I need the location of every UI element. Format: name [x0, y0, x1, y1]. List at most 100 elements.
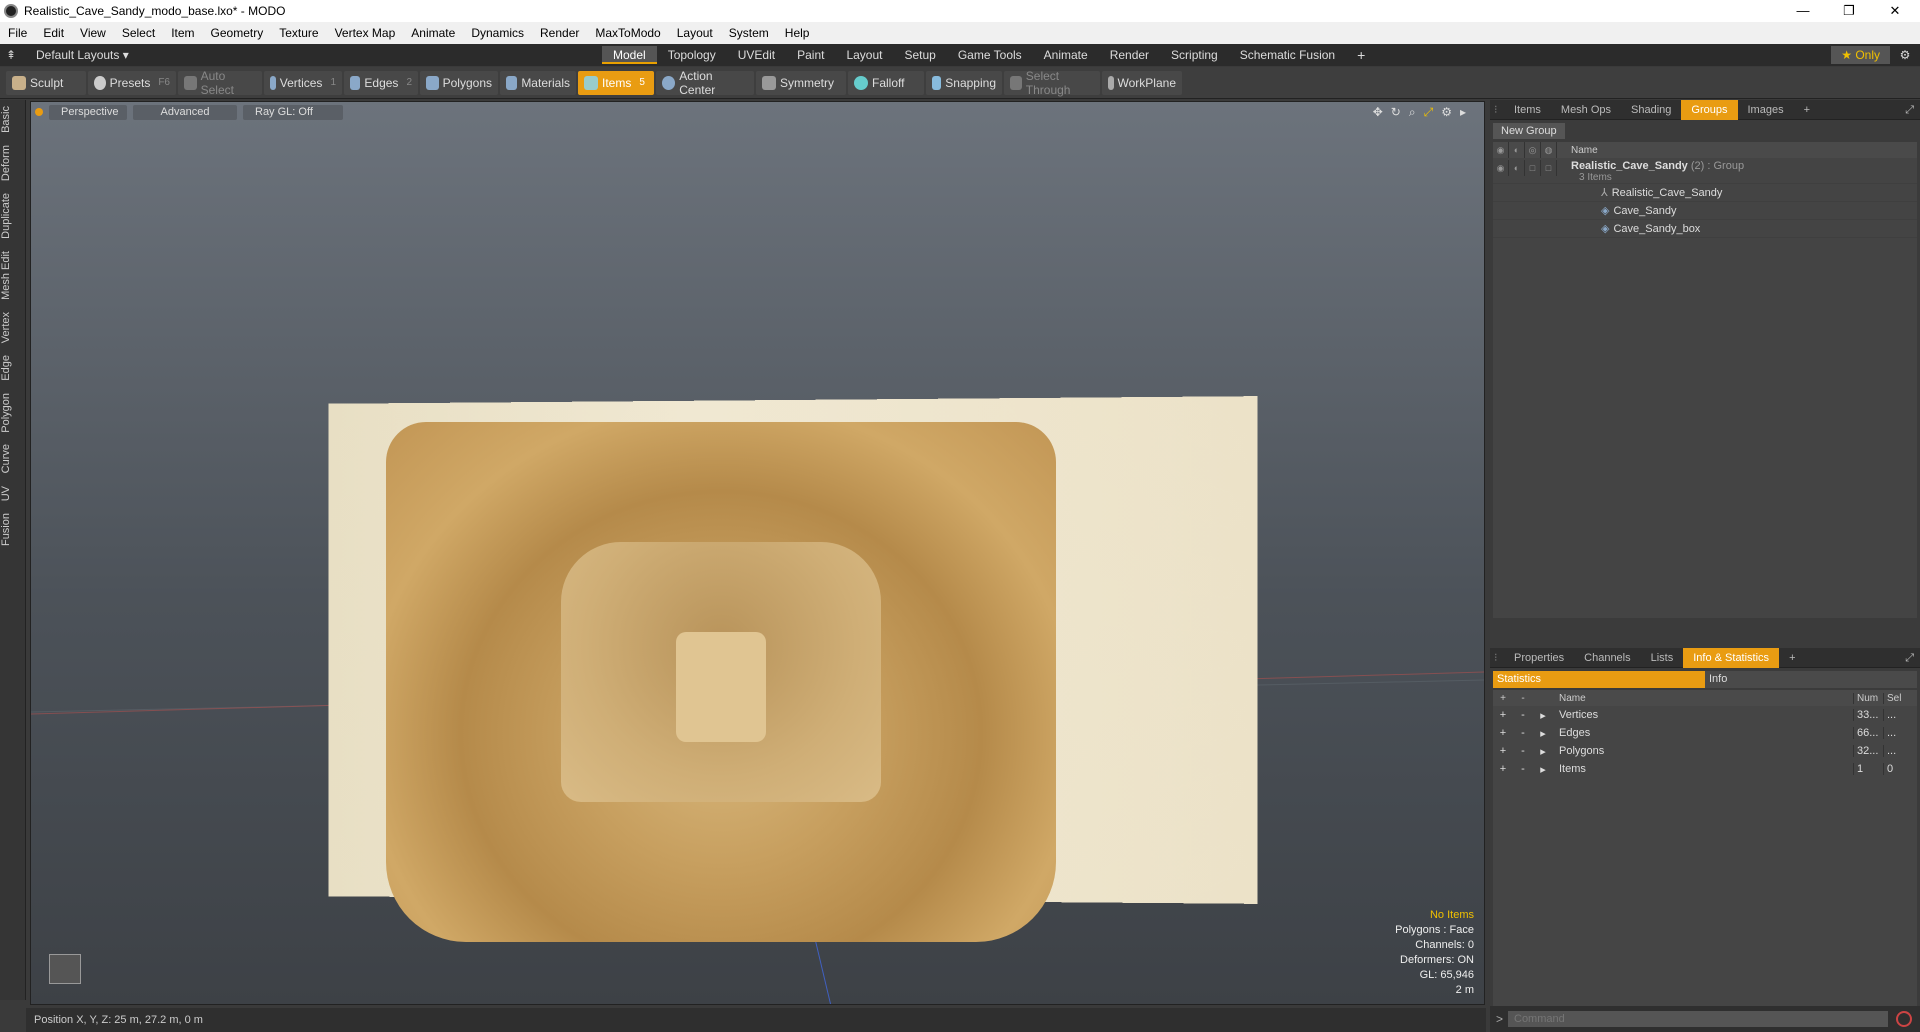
- minus-icon[interactable]: -: [1513, 709, 1533, 721]
- plus-icon[interactable]: +: [1493, 745, 1513, 757]
- group-visibility-toggle[interactable]: ◉: [1493, 160, 1509, 176]
- tab-uvedit[interactable]: UVEdit: [727, 46, 786, 64]
- polygons-button[interactable]: Polygons: [420, 70, 498, 95]
- only-toggle[interactable]: ★ Only: [1831, 46, 1890, 64]
- gear-icon[interactable]: ⚙: [1890, 48, 1920, 62]
- sidetab-duplicate[interactable]: Duplicate: [0, 187, 26, 245]
- menu-help[interactable]: Help: [777, 26, 818, 40]
- menu-item[interactable]: Item: [163, 26, 202, 40]
- close-button[interactable]: ✕: [1872, 0, 1918, 22]
- default-layouts-dropdown[interactable]: Default Layouts ▾: [22, 48, 602, 62]
- command-input[interactable]: [1508, 1011, 1888, 1027]
- menu-view[interactable]: View: [72, 26, 114, 40]
- sidetab-polygon[interactable]: Polygon: [0, 387, 26, 439]
- tree-item[interactable]: ◈ Cave_Sandy_box: [1493, 220, 1917, 238]
- menu-edit[interactable]: Edit: [35, 26, 72, 40]
- snapping-button[interactable]: Snapping: [926, 70, 1002, 95]
- tab-mesh-ops[interactable]: Mesh Ops: [1551, 100, 1621, 120]
- stats-row[interactable]: + - ▸ Vertices 33......: [1493, 706, 1917, 724]
- menu-animate[interactable]: Animate: [403, 26, 463, 40]
- select-through-button[interactable]: Select Through: [1004, 69, 1100, 97]
- menu-maxtomodo[interactable]: MaxToModo: [587, 26, 668, 40]
- panel-expand-icon[interactable]: ⤢: [1899, 100, 1920, 120]
- auto-select-button[interactable]: Auto Select: [178, 69, 262, 97]
- expand-arrow-icon[interactable]: ▸: [1533, 709, 1553, 722]
- tab-channels[interactable]: Channels: [1574, 648, 1640, 668]
- tab-game-tools[interactable]: Game Tools: [947, 46, 1033, 64]
- minus-icon[interactable]: -: [1513, 763, 1533, 775]
- minus-icon[interactable]: -: [1513, 745, 1533, 757]
- stats-row[interactable]: + - ▸ Polygons 32......: [1493, 742, 1917, 760]
- expand-arrow-icon[interactable]: ▸: [1533, 763, 1553, 776]
- cave-model[interactable]: [386, 422, 1056, 942]
- plus-icon[interactable]: +: [1493, 709, 1513, 721]
- sidetab-deform[interactable]: Deform: [0, 139, 26, 187]
- menu-layout[interactable]: Layout: [669, 26, 721, 40]
- subtab-statistics[interactable]: Statistics: [1493, 671, 1705, 688]
- add-panel-tab-button[interactable]: +: [1779, 648, 1805, 668]
- tab-topology[interactable]: Topology: [657, 46, 727, 64]
- group-lock-toggle[interactable]: □: [1525, 160, 1541, 176]
- record-icon[interactable]: [1896, 1011, 1912, 1027]
- subtab-info[interactable]: Info: [1705, 671, 1917, 688]
- tab-items[interactable]: Items: [1504, 100, 1551, 120]
- edges-button[interactable]: Edges 2: [344, 70, 418, 95]
- sidetab-uv[interactable]: UV: [0, 480, 26, 507]
- menu-dynamics[interactable]: Dynamics: [463, 26, 532, 40]
- group-row[interactable]: ◉ ◐ □ □ Realistic_Cave_Sandy (2) : Group…: [1493, 158, 1917, 184]
- vertices-button[interactable]: Vertices 1: [264, 70, 342, 95]
- tab-setup[interactable]: Setup: [893, 46, 946, 64]
- sidetab-vertex[interactable]: Vertex: [0, 306, 26, 349]
- tab-lists[interactable]: Lists: [1641, 648, 1684, 668]
- group-select-toggle[interactable]: □: [1541, 160, 1557, 176]
- items-button[interactable]: Items 5: [578, 70, 654, 95]
- menu-geometry[interactable]: Geometry: [203, 26, 272, 40]
- minus-icon[interactable]: -: [1513, 727, 1533, 739]
- symmetry-button[interactable]: Symmetry: [756, 70, 846, 95]
- tab-paint[interactable]: Paint: [786, 46, 835, 64]
- menu-system[interactable]: System: [721, 26, 777, 40]
- tab-shading[interactable]: Shading: [1621, 100, 1681, 120]
- menu-file[interactable]: File: [0, 26, 35, 40]
- materials-button[interactable]: Materials: [500, 70, 576, 95]
- expand-all-icon[interactable]: +: [1493, 693, 1513, 704]
- group-render-toggle[interactable]: ◐: [1509, 160, 1525, 176]
- tab-schematic-fusion[interactable]: Schematic Fusion: [1229, 46, 1346, 64]
- plus-icon[interactable]: +: [1493, 763, 1513, 775]
- expand-arrow-icon[interactable]: ▸: [1533, 727, 1553, 740]
- restore-button[interactable]: ❐: [1826, 0, 1872, 22]
- panel-expand-icon[interactable]: ⤢: [1899, 648, 1920, 668]
- sculpt-button[interactable]: Sculpt: [6, 70, 86, 95]
- tree-item[interactable]: ⅄ Realistic_Cave_Sandy: [1493, 184, 1917, 202]
- stats-row[interactable]: + - ▸ Items 1 0: [1493, 760, 1917, 778]
- action-center-button[interactable]: Action Center: [656, 69, 754, 97]
- tab-animate[interactable]: Animate: [1033, 46, 1099, 64]
- sidetab-curve[interactable]: Curve: [0, 438, 26, 479]
- stats-row[interactable]: + - ▸ Edges 66......: [1493, 724, 1917, 742]
- sidetab-basic[interactable]: Basic: [0, 100, 26, 139]
- sidetab-edge[interactable]: Edge: [0, 349, 26, 387]
- menu-vertex-map[interactable]: Vertex Map: [327, 26, 404, 40]
- layout-arrow-icon[interactable]: ⇞: [0, 48, 22, 62]
- sidetab-mesh-edit[interactable]: Mesh Edit: [0, 245, 26, 306]
- add-layout-tab-button[interactable]: +: [1346, 46, 1376, 64]
- tab-groups[interactable]: Groups: [1681, 99, 1738, 120]
- menu-texture[interactable]: Texture: [271, 26, 326, 40]
- workplane-button[interactable]: WorkPlane: [1102, 70, 1182, 95]
- sidetab-fusion[interactable]: Fusion: [0, 507, 26, 552]
- tab-images[interactable]: Images: [1738, 100, 1794, 120]
- tab-model[interactable]: Model: [602, 46, 657, 64]
- collapse-all-icon[interactable]: -: [1513, 693, 1533, 704]
- falloff-button[interactable]: Falloff: [848, 70, 924, 95]
- minimize-button[interactable]: —: [1780, 0, 1826, 22]
- 3d-viewport[interactable]: Perspective Advanced Ray GL: Off ✥ ↻ ⌕ ⤢…: [30, 101, 1485, 1005]
- presets-button[interactable]: Presets F6: [88, 70, 176, 95]
- tab-layout[interactable]: Layout: [835, 46, 893, 64]
- tab-info-statistics[interactable]: Info & Statistics: [1683, 647, 1780, 668]
- menu-select[interactable]: Select: [114, 26, 163, 40]
- tree-item[interactable]: ◈ Cave_Sandy: [1493, 202, 1917, 220]
- tab-render[interactable]: Render: [1099, 46, 1160, 64]
- tab-scripting[interactable]: Scripting: [1160, 46, 1229, 64]
- tab-properties[interactable]: Properties: [1504, 648, 1574, 668]
- add-panel-tab-button[interactable]: +: [1794, 100, 1820, 120]
